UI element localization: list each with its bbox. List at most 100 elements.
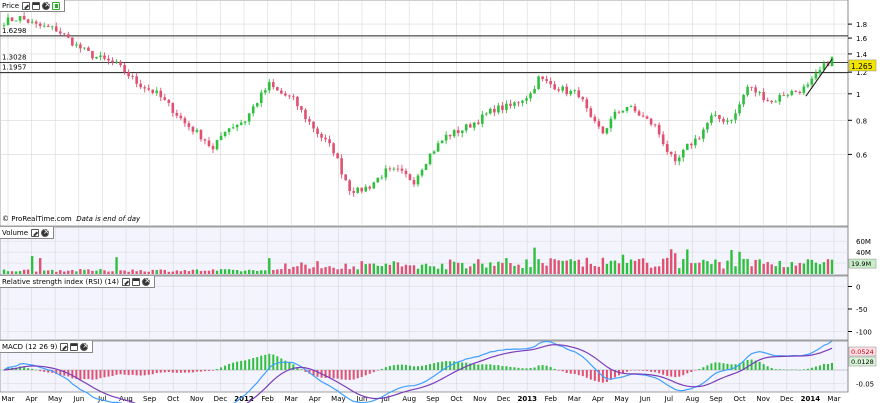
macd-histogram-bar: [396, 364, 399, 370]
candle-body: [517, 102, 520, 104]
candle-body: [412, 180, 416, 185]
volume-bar: [67, 270, 70, 274]
macd-histogram-bar: [722, 363, 725, 370]
volume-bar: [6, 271, 10, 274]
candle-body: [171, 102, 175, 113]
volume-bar: [328, 266, 331, 274]
wrench-icon[interactable]: [121, 277, 130, 286]
close-icon[interactable]: [42, 0, 51, 10]
candle-body: [436, 143, 440, 152]
macd-histogram-bar: [553, 368, 556, 370]
price-panel-header: Price: [0, 0, 66, 12]
volume-bar: [243, 270, 247, 274]
candle-body: [131, 76, 134, 77]
volume-bar: [674, 253, 677, 274]
candle-body: [99, 55, 102, 57]
x-tick-label: Jun: [72, 395, 84, 403]
macd-histogram-bar: [682, 370, 685, 376]
volume-bar: [99, 269, 102, 274]
volume-bar: [103, 270, 106, 274]
volume-bar: [537, 259, 540, 274]
close-icon[interactable]: [80, 341, 89, 351]
x-tick-label: Sep: [709, 395, 723, 403]
macd-histogram-bar: [774, 369, 777, 370]
x-tick-label: Jun: [639, 395, 651, 403]
volume-bar: [87, 269, 90, 274]
volume-bar: [770, 264, 773, 274]
macd-histogram-bar: [207, 370, 210, 371]
macd-histogram-bar: [485, 364, 488, 370]
macd-histogram-bar: [630, 370, 633, 371]
window-icon[interactable]: [32, 1, 41, 10]
volume-bar: [589, 263, 593, 274]
candle-body: [2, 25, 6, 26]
macd-histogram-bar: [131, 370, 134, 375]
macd-histogram-bar: [674, 370, 677, 378]
price-y-tick-label: 0.8: [856, 117, 867, 125]
price-panel: [0, 0, 849, 227]
macd-y-tick-label: -0.05: [856, 380, 874, 388]
x-tick-label: Apr: [592, 395, 604, 403]
candle-body: [292, 96, 295, 98]
volume-bar: [179, 271, 183, 274]
candle-body: [440, 140, 444, 144]
wrench-icon[interactable]: [22, 1, 31, 10]
macd-histogram-bar: [593, 370, 596, 381]
volume-bar: [143, 271, 146, 274]
candle-body: [605, 128, 609, 134]
macd-histogram-bar: [626, 370, 629, 372]
candle-body: [115, 61, 118, 63]
macd-histogram-bar: [710, 363, 713, 370]
candle-body: [589, 108, 593, 117]
volume-bar: [284, 263, 287, 274]
volume-bar: [440, 263, 444, 274]
volume-bar: [485, 267, 488, 274]
macd-histogram-bar: [412, 366, 415, 370]
volume-bar: [247, 269, 251, 274]
candle-body: [790, 91, 794, 95]
candle-body: [340, 158, 343, 175]
candle-body: [71, 37, 74, 46]
close-icon[interactable]: [141, 276, 151, 286]
chart-canvas[interactable]: Mar Apr May Jun Jul Aug Sep Oct Nov Dec 2012 Feb Mar…: [0, 0, 880, 403]
pin-icon[interactable]: [52, 1, 61, 10]
macd-histogram-bar: [83, 370, 86, 380]
volume-bar: [324, 267, 327, 274]
volume-bar: [38, 258, 42, 274]
macd-histogram-bar: [99, 370, 102, 379]
volume-bar: [408, 265, 412, 274]
wrench-icon[interactable]: [60, 342, 69, 351]
volume-bar: [260, 270, 263, 274]
volume-bar: [296, 266, 299, 274]
volume-bar: [183, 270, 187, 274]
macd-histogram-bar: [352, 370, 355, 380]
volume-bar: [565, 260, 568, 274]
window-icon[interactable]: [131, 277, 140, 286]
wrench-icon[interactable]: [31, 228, 40, 237]
macd-histogram-bar: [417, 366, 419, 370]
macd-histogram-bar: [103, 370, 106, 378]
volume-bar: [420, 264, 424, 274]
macd-histogram-bar: [392, 365, 395, 370]
close-icon[interactable]: [41, 227, 50, 237]
candle-body: [62, 33, 66, 35]
volume-bar: [665, 257, 669, 274]
volume-bar: [754, 259, 757, 274]
macd-histogram-bar: [497, 365, 500, 370]
volume-bar: [219, 269, 223, 274]
candle-body: [685, 143, 689, 150]
macd-histogram-bar: [529, 368, 532, 370]
volume-bar: [360, 261, 363, 274]
candle-body: [553, 84, 556, 90]
macd-panel-title: MACD (12 26 9): [2, 342, 58, 351]
price-y-tick-label: 1.4: [856, 51, 868, 59]
candle-body: [308, 119, 311, 122]
volume-bar: [718, 262, 721, 274]
volume-bar: [151, 269, 154, 274]
candle-body: [191, 126, 195, 132]
candle-body: [448, 134, 452, 137]
window-icon[interactable]: [70, 342, 79, 351]
macd-histogram-bar: [706, 365, 709, 370]
macd-panel: [0, 340, 849, 393]
x-tick-label: Apr: [309, 395, 321, 403]
